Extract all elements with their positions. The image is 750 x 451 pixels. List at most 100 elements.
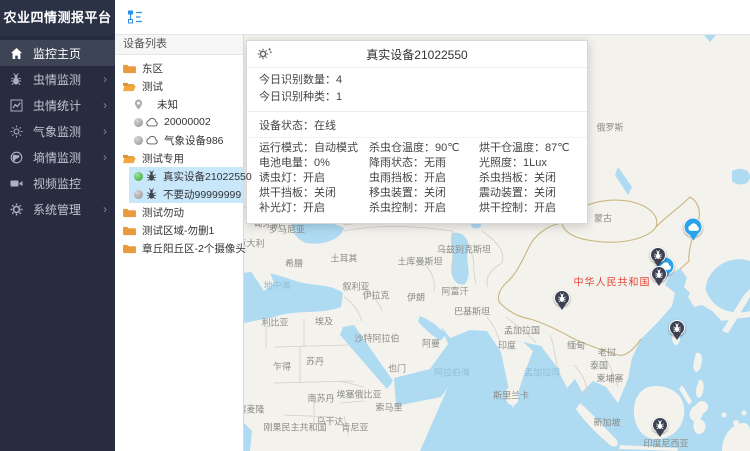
status-dot-icon <box>134 136 143 145</box>
device-list-panel: 设备列表 东区测试未知20000002 气象设备986 测试专用真实设备210225… <box>115 35 244 451</box>
map-label: 伊朗 <box>407 291 425 304</box>
device-param: 补光灯：开启 <box>259 201 369 216</box>
tree-folder[interactable]: 测试专用 <box>115 149 243 167</box>
map-label: 阿富汗 <box>441 285 468 298</box>
device-param: 杀虫仓温度：90℃ <box>369 141 479 156</box>
popup-stats: 今日识别数量：4 今日识别种类：1 <box>247 68 587 112</box>
sidebar-item-label: 视频监控 <box>33 175 103 192</box>
map-label: 土耳其 <box>330 252 357 265</box>
map-label: 蒙古 <box>594 212 612 225</box>
tree-device-item[interactable]: 不要动99999999 <box>115 185 243 203</box>
map-label: 埃及 <box>315 315 333 328</box>
map-label: 罗马尼亚 <box>269 223 305 236</box>
map-label: 乌干达 <box>316 415 343 428</box>
stat-today-count: 今日识别数量：4 <box>259 72 575 89</box>
map-label: 索马里 <box>375 401 402 414</box>
device-param: 降雨状态：无雨 <box>369 156 479 171</box>
tree-item-label: 测试专用 <box>142 151 184 166</box>
weather-device-marker[interactable] <box>684 218 703 237</box>
weather-device-icon <box>146 136 158 145</box>
sidebar-item-monitor-home[interactable]: 监控主页 <box>0 40 115 66</box>
sidebar-item-label: 墒情监测 <box>33 149 103 166</box>
tree-item-label: 东区 <box>142 61 163 76</box>
map-label: 巴基斯坦 <box>454 305 490 318</box>
globe-icon <box>10 150 24 164</box>
sidebar-item-weather-monitor[interactable]: 气象监测 <box>0 118 115 144</box>
app-title: 农业四情测报平台 <box>0 0 115 36</box>
insect-device-icon <box>146 170 157 182</box>
sidebar-item-label: 虫情统计 <box>33 97 103 114</box>
device-param: 光照度：1Lux <box>479 156 575 171</box>
map-label: 喀麦隆 <box>244 403 265 416</box>
sidebar-menu: 监控主页 虫情监测 虫情统计 气象监测 墒情监测 视频监控 <box>0 40 115 222</box>
insect-device-marker[interactable] <box>650 247 666 263</box>
chevron-right-icon <box>103 73 107 85</box>
tree-item-label: 测试区域-勿删1 <box>142 223 214 238</box>
tree-folder[interactable]: 章丘阳丘区-2个摄像头 <box>115 239 243 257</box>
tree-device-item[interactable]: 气象设备986 <box>115 131 243 149</box>
map-label: 伊拉克 <box>362 289 389 302</box>
device-param: 杀虫控制：开启 <box>369 201 479 216</box>
map-label: 孟加拉国 <box>504 324 540 337</box>
device-param: 烘干挡板：关闭 <box>259 186 369 201</box>
device-list-title: 设备列表 <box>115 35 243 55</box>
chart-icon <box>10 98 24 112</box>
insect-device-marker[interactable] <box>669 320 685 336</box>
sea-label: 地中海 <box>263 279 290 292</box>
tree-device-item[interactable]: 真实设备21022550 <box>115 167 243 185</box>
device-param: 诱虫灯：开启 <box>259 171 369 186</box>
chevron-right-icon <box>103 125 107 137</box>
map-label: 缅甸 <box>567 339 585 352</box>
tree-folder[interactable]: 测试 <box>115 77 243 95</box>
tree-folder[interactable]: 测试区域-勿删1 <box>115 221 243 239</box>
device-info-popup: 真实设备21022550 今日识别数量：4 今日识别种类：1 设备状态：在线 运… <box>246 40 588 224</box>
bug-icon <box>10 72 24 86</box>
status-dot-icon <box>134 172 143 181</box>
weather-device-icon <box>146 118 158 127</box>
map-label: 沙特阿拉伯 <box>354 332 399 345</box>
tree-folder[interactable]: 东区 <box>115 59 243 77</box>
map-label: 肯尼亚 <box>341 421 368 434</box>
insect-device-marker[interactable] <box>651 266 667 282</box>
folder-icon <box>123 207 136 218</box>
tree-device-item[interactable]: 未知 <box>115 95 243 113</box>
map-label: 乍得 <box>273 360 291 373</box>
device-param: 虫雨挡板：开启 <box>369 171 479 186</box>
insect-device-marker[interactable] <box>652 417 668 433</box>
insect-device-marker[interactable] <box>554 290 570 306</box>
sidebar-item-label: 监控主页 <box>33 45 103 62</box>
tree-toggle-icon[interactable] <box>127 9 143 25</box>
sidebar-item-system-settings[interactable]: 系统管理 <box>0 196 115 222</box>
map-label: 斯里兰卡 <box>493 389 529 402</box>
map-label: 希腊 <box>285 257 303 270</box>
folder-open-icon <box>123 81 136 92</box>
sidebar-item-label: 系统管理 <box>33 201 103 218</box>
tree-folder[interactable]: 测试勿动 <box>115 203 243 221</box>
chevron-right-icon <box>103 203 107 215</box>
map-label: 印度 <box>498 339 516 352</box>
tree-item-label: 测试 <box>142 79 163 94</box>
sidebar-item-soil-monitor[interactable]: 墒情监测 <box>0 144 115 170</box>
device-param: 移虫装置：关闭 <box>369 186 479 201</box>
sidebar: 农业四情测报平台 监控主页 虫情监测 虫情统计 气象监测 墒情监测 <box>0 0 115 451</box>
country-label-highlight: 中华人民共和国 <box>574 274 651 289</box>
video-camera-icon <box>10 176 24 190</box>
map-label: 苏丹 <box>306 355 324 368</box>
map-label: 印度尼西亚 <box>643 437 688 450</box>
sidebar-item-insect-monitor[interactable]: 虫情监测 <box>0 66 115 92</box>
map-label: 新加坡 <box>593 416 620 429</box>
settings-gear-icon[interactable] <box>257 47 272 64</box>
map-label: 俄罗斯 <box>596 121 623 134</box>
sidebar-item-video-monitor[interactable]: 视频监控 <box>0 170 115 196</box>
sidebar-item-insect-stats[interactable]: 虫情统计 <box>0 92 115 118</box>
stat-today-species: 今日识别种类：1 <box>259 89 575 106</box>
map-label: 老挝 <box>598 346 616 359</box>
status-dot-icon <box>134 118 143 127</box>
tree-device-item[interactable]: 20000002 <box>115 113 243 131</box>
folder-icon <box>123 243 136 254</box>
sea-label: 阿拉伯海 <box>434 366 470 379</box>
device-param: 烘干仓温度：87℃ <box>479 141 575 156</box>
popup-title: 真实设备21022550 <box>366 46 467 63</box>
folder-icon <box>123 63 136 74</box>
tree-item-label: 气象设备986 <box>164 133 224 148</box>
